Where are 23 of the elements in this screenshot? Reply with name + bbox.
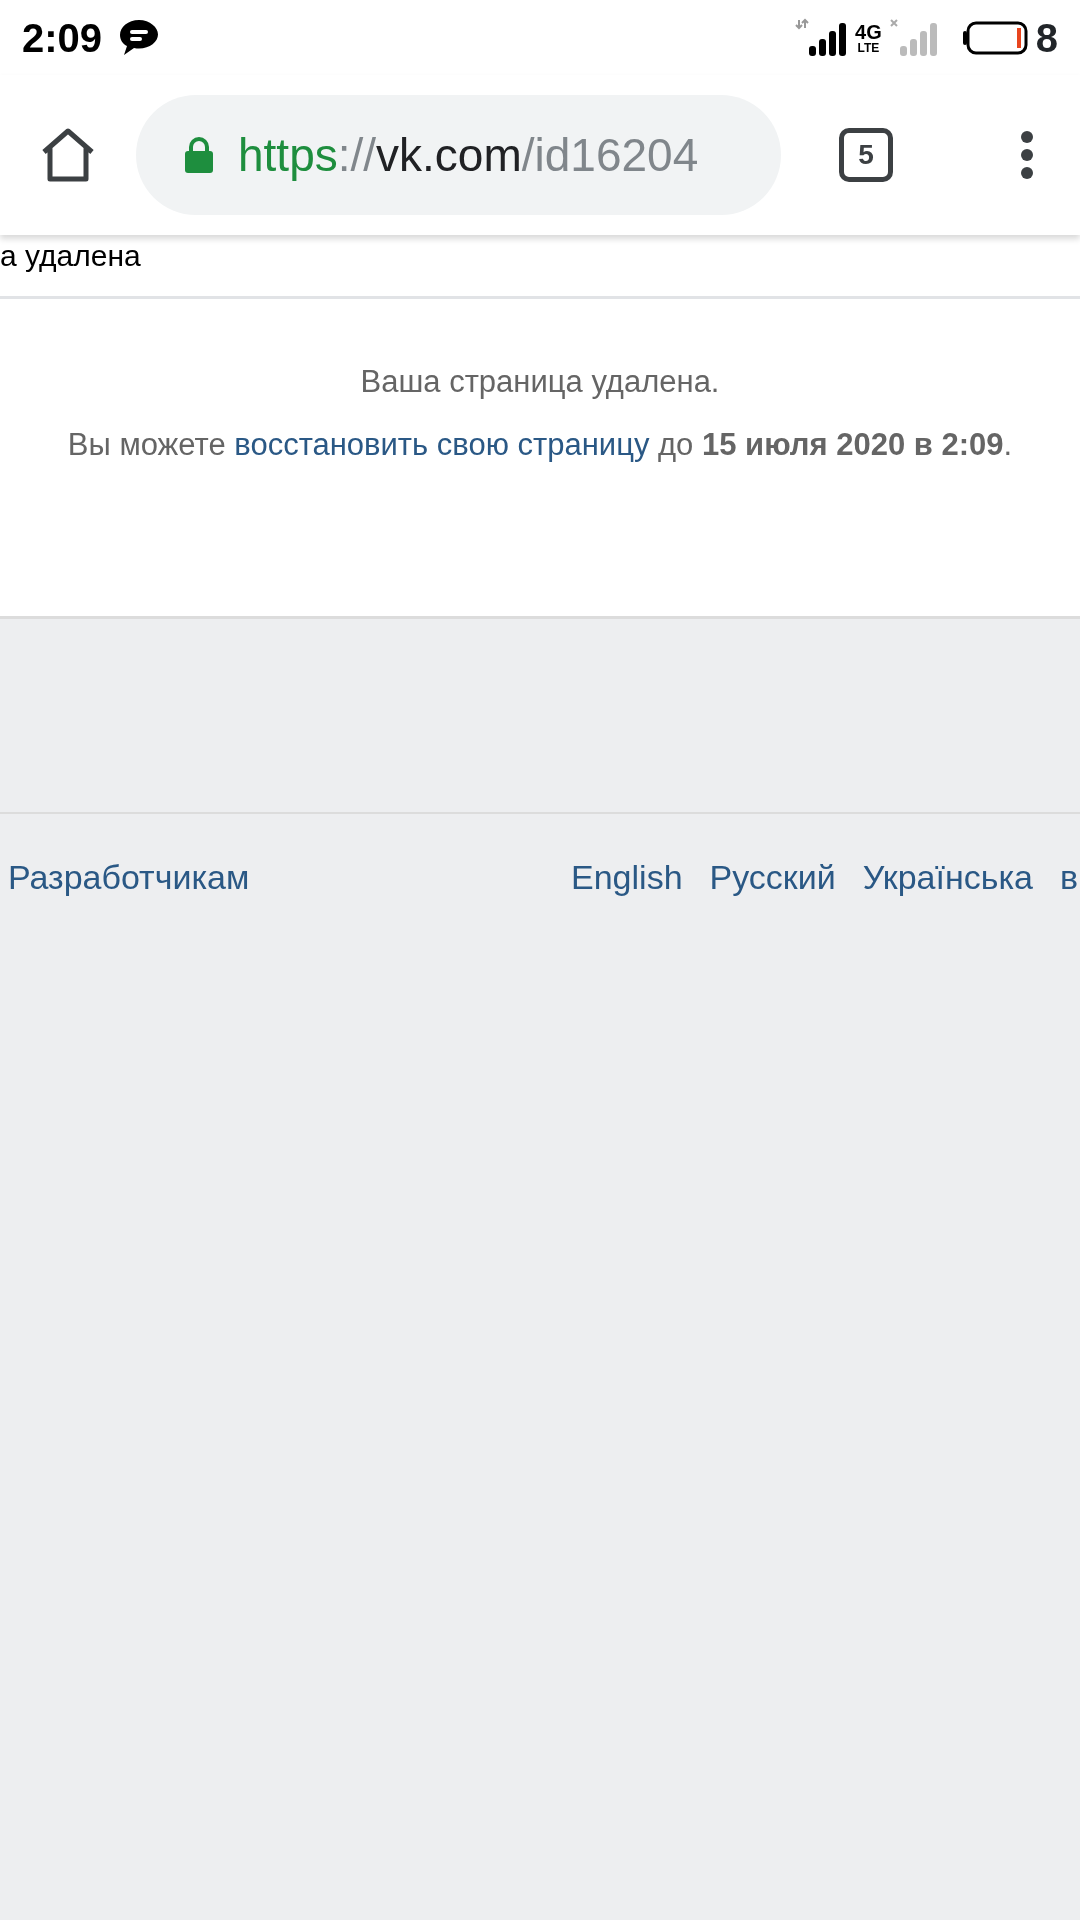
heading-fragment: а удалена	[0, 239, 141, 272]
network-type: LTE	[856, 41, 881, 54]
restore-link[interactable]: восстановить свою страницу	[234, 426, 650, 462]
restore-sentence: Вы можете восстановить свою страницу до 15 июля 2020 в 2:09.	[67, 426, 1013, 462]
clock: 2:09	[22, 14, 103, 62]
menu-icon[interactable]	[1020, 130, 1034, 180]
battery-icon	[961, 20, 1028, 55]
address-bar[interactable]: https://vk.com/id16204	[136, 95, 781, 215]
footer-link[interactable]: Разработчикам	[8, 852, 250, 903]
signal-icon	[889, 17, 938, 58]
deleted-notice: Ваша страница удалена.	[360, 364, 720, 399]
signal-icon	[795, 17, 848, 58]
battery-percent: 8	[1035, 14, 1058, 62]
tab-count[interactable]: 5	[839, 128, 893, 182]
url-text: https://vk.com/id16204	[238, 127, 699, 183]
network-type: 4G	[855, 21, 882, 42]
language-link[interactable]: Русский	[709, 852, 836, 903]
language-link[interactable]: Українська	[862, 852, 1033, 903]
home-icon[interactable]	[40, 128, 96, 182]
lock-icon	[184, 136, 214, 174]
language-link[interactable]: в	[1059, 852, 1078, 903]
message-icon	[118, 17, 161, 58]
language-link[interactable]: English	[571, 852, 683, 903]
